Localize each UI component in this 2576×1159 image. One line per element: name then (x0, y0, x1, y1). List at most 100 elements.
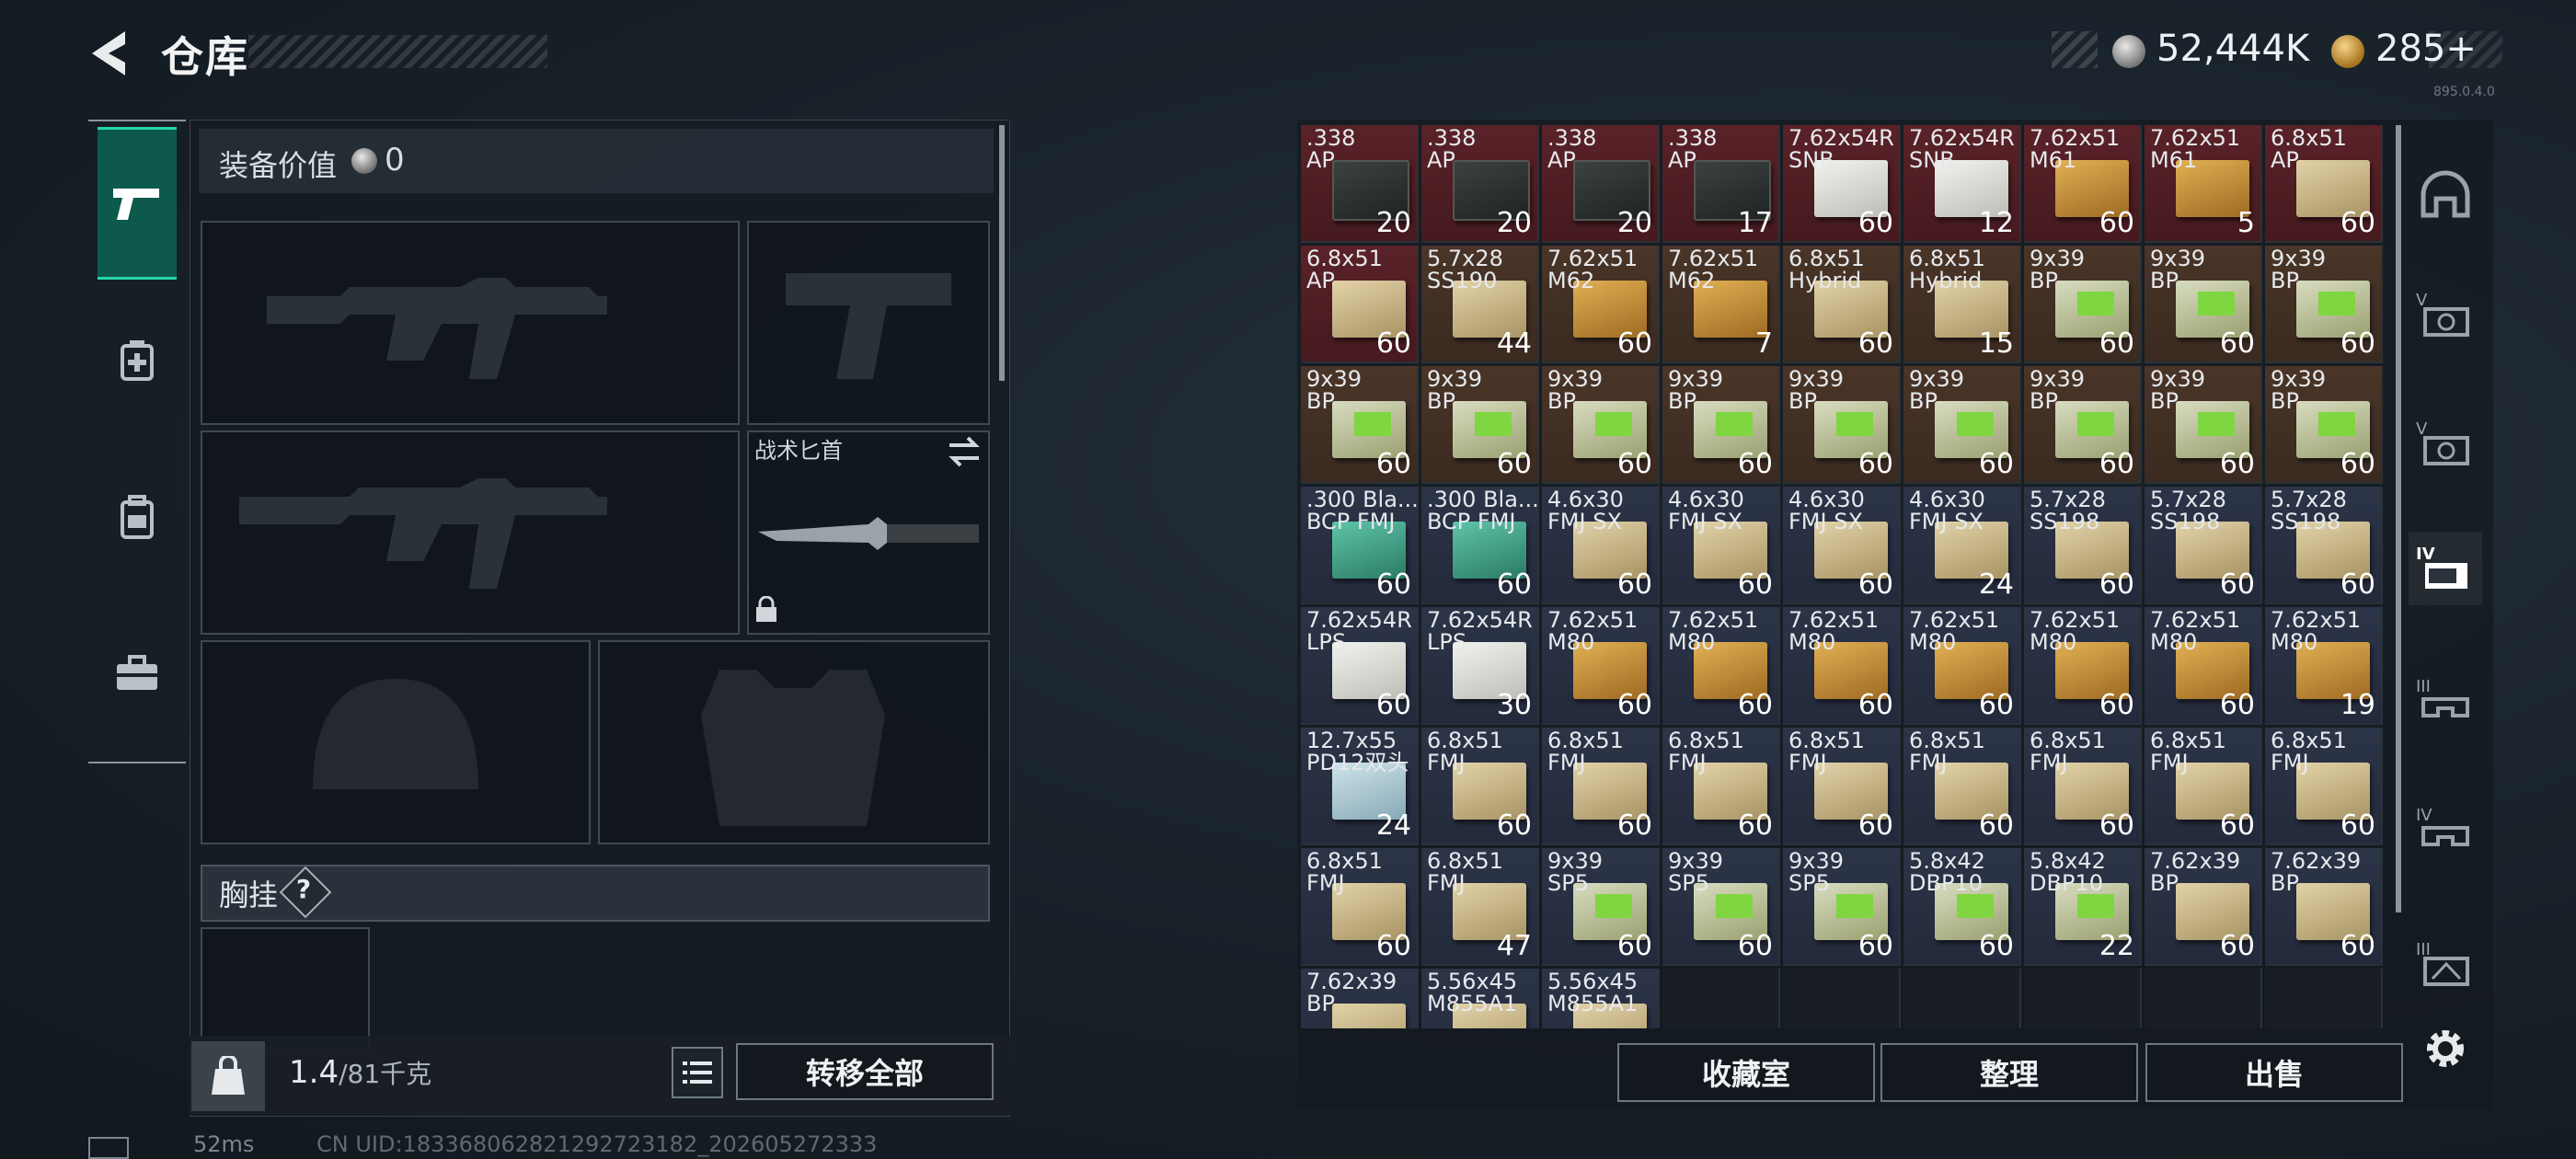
inventory-empty-slot[interactable] (1783, 969, 1901, 1028)
inventory-item[interactable]: .338 AP 20 (1301, 125, 1419, 243)
inventory-item[interactable]: 6.8x51 FMJ 60 (1662, 728, 1780, 845)
inventory-item[interactable]: 7.62x39 BP (1301, 969, 1419, 1028)
pistol-slot[interactable] (747, 221, 990, 425)
inventory-item[interactable]: 7.62x51 M80 60 (2145, 607, 2262, 725)
inventory-item[interactable]: .338 AP 20 (1542, 125, 1660, 243)
sort-button[interactable]: 整理 (1880, 1043, 2138, 1102)
category-tab-medical[interactable] (98, 287, 177, 434)
inventory-item[interactable]: 5.7x28 SS198 60 (2145, 487, 2262, 604)
inventory-empty-slot[interactable] (1662, 969, 1780, 1028)
collection-room-button[interactable]: 收藏室 (1617, 1043, 1875, 1102)
back-button[interactable] (85, 28, 136, 79)
inventory-item[interactable]: 7.62x51 M61 60 (2024, 125, 2142, 243)
category-tab-backpack[interactable] (98, 443, 177, 591)
inventory-item[interactable]: 4.6x30 FMJ SX 60 (1662, 487, 1780, 604)
inventory-item[interactable]: 5.7x28 SS198 60 (2265, 487, 2383, 604)
inventory-item[interactable]: 6.8x51 FMJ 47 (1421, 848, 1539, 966)
inventory-item[interactable]: 5.56x45 M855A1 (1542, 969, 1660, 1028)
inventory-item[interactable]: .338 AP 20 (1421, 125, 1539, 243)
inventory-item[interactable]: 6.8x51 FMJ 60 (2265, 728, 2383, 845)
inventory-item[interactable]: .300 Bla... BCP FMJ 60 (1421, 487, 1539, 604)
swap-icon[interactable] (946, 436, 983, 467)
inventory-item[interactable]: 7.62x51 M80 19 (2265, 607, 2383, 725)
inventory-item[interactable]: 9x39 BP 60 (2024, 366, 2142, 484)
inventory-item[interactable]: 9x39 BP 60 (2145, 366, 2262, 484)
inventory-item[interactable]: 9x39 SP5 60 (1783, 848, 1901, 966)
inventory-empty-slot[interactable] (2024, 969, 2142, 1028)
inventory-empty-slot[interactable] (1903, 969, 2021, 1028)
inventory-item[interactable]: 9x39 SP5 60 (1662, 848, 1780, 966)
settings-button[interactable] (2409, 1012, 2482, 1085)
inventory-item[interactable]: 7.62x51 M62 7 (1662, 246, 1780, 363)
list-view-button[interactable] (672, 1047, 723, 1098)
inventory-item[interactable]: 7.62x39 BP 60 (2145, 848, 2262, 966)
armor-slot[interactable] (598, 640, 990, 844)
inventory-item[interactable]: 7.62x51 M80 60 (2024, 607, 2142, 725)
inventory-item[interactable]: 7.62x51 M62 60 (1542, 246, 1660, 363)
inventory-item[interactable]: 6.8x51 AP 60 (2265, 125, 2383, 243)
inventory-item[interactable]: 9x39 BP 60 (1301, 366, 1419, 484)
inventory-item[interactable]: 6.8x51 FMJ 60 (1421, 728, 1539, 845)
inventory-empty-slot[interactable] (2145, 969, 2262, 1028)
inventory-item[interactable]: 5.7x28 SS190 44 (1421, 246, 1539, 363)
filter-tab-v-ammo[interactable]: V (2409, 278, 2482, 351)
inventory-item[interactable]: 7.62x51 M61 5 (2145, 125, 2262, 243)
inventory-item[interactable]: 5.56x45 M855A1 (1421, 969, 1539, 1028)
inventory-item[interactable]: 7.62x54R SNB 60 (1783, 125, 1901, 243)
inventory-item[interactable]: 6.8x51 Hybrid 15 (1903, 246, 2021, 363)
filter-tab-iv-ammo[interactable]: IV (2409, 532, 2482, 605)
category-tab-weapons[interactable] (98, 127, 177, 280)
inventory-item[interactable]: 4.6x30 FMJ SX 60 (1783, 487, 1901, 604)
primary-weapon-slot-2[interactable] (201, 430, 740, 635)
inventory-item[interactable]: 9x39 BP 60 (1542, 366, 1660, 484)
inventory-item[interactable]: 9x39 BP 60 (1421, 366, 1539, 484)
inventory-item[interactable]: 9x39 BP 60 (2265, 246, 2383, 363)
inventory-item[interactable]: 7.62x54R SNB 12 (1903, 125, 2021, 243)
inventory-item[interactable]: 12.7x55 PD12双头 24 (1301, 728, 1419, 845)
inventory-empty-slot[interactable] (2265, 969, 2383, 1028)
inventory-item[interactable]: 7.62x39 BP 60 (2265, 848, 2383, 966)
inventory-item[interactable]: 7.62x54R LPS 60 (1301, 607, 1419, 725)
filter-tab-iii-rig[interactable]: III (2409, 664, 2482, 738)
sell-button[interactable]: 出售 (2145, 1043, 2403, 1102)
warehouse-scrollbar[interactable] (2396, 125, 2401, 912)
equipment-scrollbar[interactable] (999, 125, 1005, 381)
inventory-item[interactable]: 7.62x51 M80 60 (1903, 607, 2021, 725)
inventory-item[interactable]: 9x39 BP 60 (2024, 246, 2142, 363)
inventory-item[interactable]: 6.8x51 Hybrid 60 (1783, 246, 1901, 363)
primary-weapon-slot-1[interactable] (201, 221, 740, 425)
inventory-item[interactable]: 9x39 BP 60 (1783, 366, 1901, 484)
inventory-item[interactable]: 7.62x51 M80 60 (1662, 607, 1780, 725)
inventory-item[interactable]: 7.62x51 M80 60 (1783, 607, 1901, 725)
chest-rig-slot[interactable] (201, 927, 370, 1050)
inventory-item[interactable]: 7.62x51 M80 60 (1542, 607, 1660, 725)
inventory-item[interactable]: 9x39 BP 60 (1903, 366, 2021, 484)
category-tab-toolbox[interactable] (98, 600, 177, 747)
inventory-item[interactable]: 5.8x42 DBP10 22 (2024, 848, 2142, 966)
currency-silver-value[interactable]: 52,444K (2156, 28, 2309, 70)
filter-tab-helmet[interactable] (2409, 156, 2482, 230)
inventory-item[interactable]: 6.8x51 FMJ 60 (1783, 728, 1901, 845)
inventory-item[interactable]: 6.8x51 AP 60 (1301, 246, 1419, 363)
inventory-item[interactable]: 9x39 BP 60 (2145, 246, 2262, 363)
inventory-item[interactable]: 9x39 BP 60 (1662, 366, 1780, 484)
inventory-item[interactable]: .338 AP 17 (1662, 125, 1780, 243)
transfer-all-button[interactable]: 转移全部 (736, 1043, 994, 1100)
inventory-item[interactable]: 6.8x51 FMJ 60 (1903, 728, 2021, 845)
inventory-item[interactable]: 6.8x51 FMJ 60 (1542, 728, 1660, 845)
inventory-item[interactable]: 6.8x51 FMJ 60 (2024, 728, 2142, 845)
inventory-item[interactable]: 5.7x28 SS198 60 (2024, 487, 2142, 604)
inventory-item[interactable]: 9x39 BP 60 (2265, 366, 2383, 484)
helmet-slot[interactable] (201, 640, 591, 844)
inventory-item[interactable]: .300 Bla... BCP FMJ 60 (1301, 487, 1419, 604)
inventory-item[interactable]: 4.6x30 FMJ SX 60 (1542, 487, 1660, 604)
inventory-item[interactable]: 6.8x51 FMJ 60 (1301, 848, 1419, 966)
filter-tab-iv-rig[interactable]: IV (2409, 793, 2482, 866)
inventory-item[interactable]: 4.6x30 FMJ SX 24 (1903, 487, 2021, 604)
inventory-item[interactable]: 7.62x54R LPS 30 (1421, 607, 1539, 725)
filter-tab-iii-armor[interactable]: III (2409, 927, 2482, 1001)
inventory-item[interactable]: 6.8x51 FMJ 60 (2145, 728, 2262, 845)
inventory-item[interactable]: 5.8x42 DBP10 60 (1903, 848, 2021, 966)
filter-tab-v-ammo-2[interactable]: V (2409, 407, 2482, 480)
inventory-item[interactable]: 9x39 SP5 60 (1542, 848, 1660, 966)
